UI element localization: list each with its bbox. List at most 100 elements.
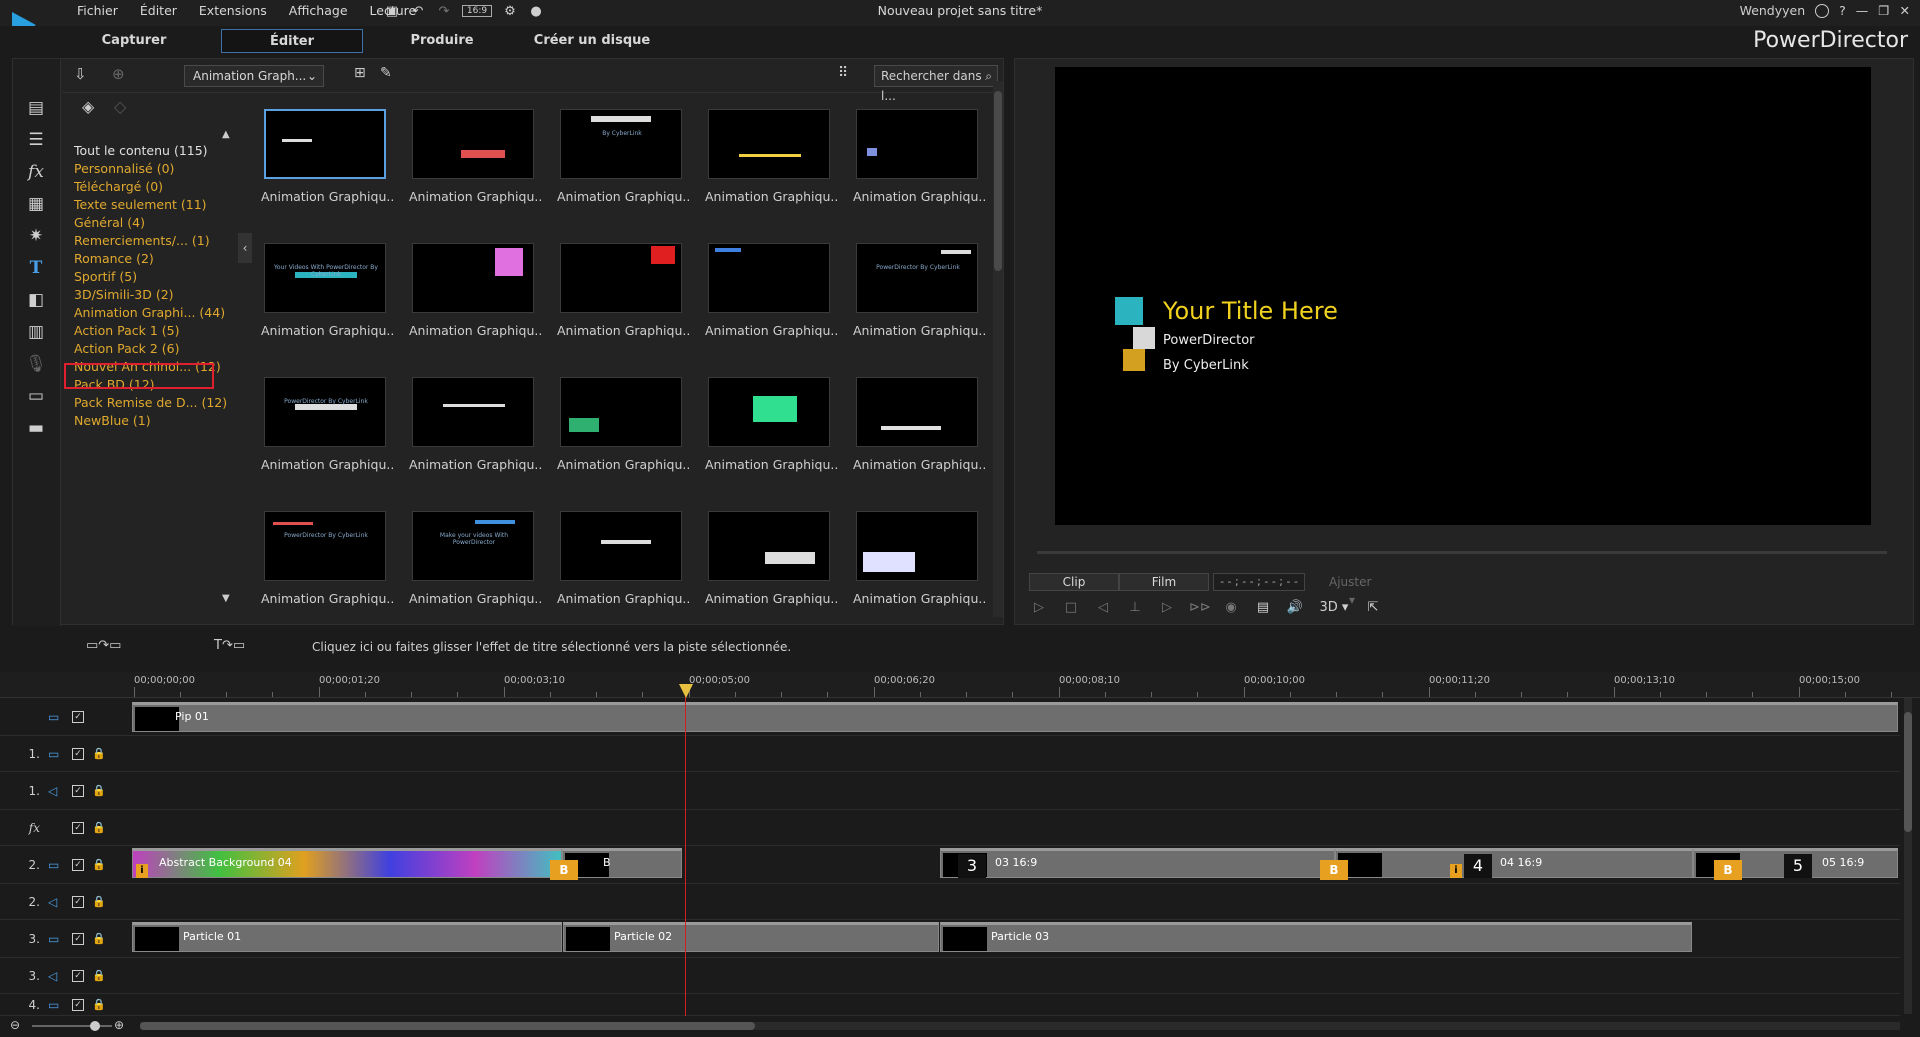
undo-icon[interactable]: ↶ bbox=[410, 3, 426, 19]
template-room-icon[interactable]: ☰ bbox=[23, 129, 49, 151]
pip-clip[interactable]: Pip 01 bbox=[132, 702, 1898, 732]
track-lock-icon[interactable]: 🔒 bbox=[92, 747, 106, 760]
fast-forward-icon[interactable]: ⊳⊳ bbox=[1189, 599, 1211, 617]
track-enable-checkbox[interactable]: ✓ bbox=[72, 932, 84, 945]
info-icon[interactable]: i bbox=[1450, 864, 1462, 878]
aspect-ratio-select[interactable]: 16:9 bbox=[462, 5, 492, 17]
timeline-vscroll-thumb[interactable] bbox=[1904, 712, 1912, 832]
category-item[interactable]: Sportif (5) bbox=[74, 269, 137, 284]
subtitle-toggle-icon[interactable]: ▤ bbox=[1253, 599, 1273, 617]
fit-dropdown[interactable]: Ajuster ▾ bbox=[1319, 573, 1399, 607]
category-item[interactable]: Remerciements/... (1) bbox=[74, 233, 210, 248]
category-item[interactable]: Action Pack 1 (5) bbox=[74, 323, 179, 338]
zoom-handle[interactable] bbox=[90, 1021, 100, 1031]
template-thumbnail[interactable]: PowerDirector By CyberLink Animation Grap… bbox=[261, 377, 393, 472]
title-marker-b[interactable]: B bbox=[1320, 860, 1348, 880]
track-enable-checkbox[interactable]: ✓ bbox=[72, 784, 84, 797]
effect-room-icon[interactable]: fx bbox=[23, 161, 49, 183]
notification-icon[interactable]: ● bbox=[528, 3, 544, 19]
title-room-icon[interactable]: T bbox=[23, 257, 49, 279]
tab-creer-disque[interactable]: Créer un disque bbox=[520, 29, 664, 53]
undock-icon[interactable]: ⇱ bbox=[1363, 599, 1383, 617]
track-enable-checkbox[interactable]: ✓ bbox=[72, 747, 84, 760]
voice-over-icon[interactable]: 🎙 bbox=[23, 353, 49, 375]
template-thumbnail[interactable]: Animation Graphiqu... bbox=[261, 109, 393, 204]
category-item[interactable]: NewBlue (1) bbox=[74, 413, 151, 428]
template-thumbnail[interactable]: Animation Graphiqu... bbox=[853, 511, 985, 606]
template-thumbnail[interactable]: Animation Graphiqu... bbox=[409, 243, 541, 338]
track-lock-icon[interactable]: 🔒 bbox=[92, 998, 106, 1011]
settings-gear-icon[interactable]: ⚙ bbox=[502, 3, 518, 19]
playhead-line[interactable] bbox=[685, 686, 686, 1016]
timeline-track[interactable]: 2. ◁ ✓ 🔒 bbox=[0, 884, 1900, 920]
import-icon[interactable]: ⇩ bbox=[74, 65, 94, 85]
previous-frame-icon[interactable]: ◁ bbox=[1093, 599, 1113, 617]
close-icon[interactable]: ✕ bbox=[1900, 3, 1910, 18]
title-to-track-icon[interactable]: T↷▭ bbox=[214, 638, 245, 653]
tab-editer[interactable]: Éditer bbox=[221, 29, 363, 53]
title-marker-b[interactable]: B bbox=[1714, 860, 1742, 880]
template-thumbnail[interactable]: By CyberLink Animation Graphiqu... bbox=[557, 109, 689, 204]
tab-capturer[interactable]: Capturer bbox=[60, 29, 208, 53]
template-thumbnail[interactable]: Animation Graphiqu... bbox=[557, 511, 689, 606]
user-avatar-icon[interactable] bbox=[1815, 3, 1830, 18]
track-lock-icon[interactable]: 🔒 bbox=[92, 932, 106, 945]
category-item[interactable]: Tout le contenu (115) bbox=[74, 143, 208, 158]
user-name[interactable]: Wendyyen bbox=[1740, 3, 1806, 18]
search-input[interactable]: Rechercher dans l... ⌕ bbox=[874, 65, 998, 103]
restore-icon[interactable]: ❐ bbox=[1878, 3, 1889, 18]
add-template-icon[interactable]: ⊞ bbox=[354, 65, 374, 85]
grid-scrollbar[interactable] bbox=[993, 81, 1003, 617]
track-enable-checkbox[interactable]: ✓ bbox=[72, 998, 84, 1011]
particle-clip-3[interactable]: Particle 03 bbox=[940, 922, 1692, 952]
chapter-room-icon[interactable]: ▭ bbox=[23, 385, 49, 407]
scroll-down-icon[interactable]: ▼ bbox=[222, 593, 230, 604]
category-item[interactable]: Téléchargé (0) bbox=[74, 179, 163, 194]
category-item[interactable]: Animation Graphi... (44) bbox=[74, 305, 225, 320]
audio-mixing-room-icon[interactable]: ▥ bbox=[23, 321, 49, 343]
stop-icon[interactable]: □ bbox=[1061, 599, 1081, 617]
track-lock-icon[interactable]: 🔒 bbox=[92, 969, 106, 982]
timeline-vertical-scrollbar[interactable] bbox=[1904, 698, 1912, 1014]
snapshot-icon[interactable]: ◉ bbox=[1221, 599, 1241, 617]
abstract-background-clip[interactable]: Abstract Background 04 bbox=[132, 848, 562, 878]
subtitle-room-icon[interactable]: ▬ bbox=[23, 417, 49, 439]
menu-editer[interactable]: Éditer bbox=[129, 2, 188, 20]
template-thumbnail[interactable]: Animation Graphiqu... bbox=[409, 377, 541, 472]
template-thumbnail[interactable]: Animation Graphiqu... bbox=[705, 243, 837, 338]
track-enable-checkbox[interactable]: ✓ bbox=[72, 858, 84, 871]
info-icon[interactable]: i bbox=[136, 864, 148, 878]
tab-produire[interactable]: Produire bbox=[370, 29, 514, 53]
track-enable-checkbox[interactable]: ✓ bbox=[72, 710, 84, 723]
menu-affichage[interactable]: Affichage bbox=[278, 2, 359, 20]
template-thumbnail[interactable]: Animation Graphiqu... bbox=[705, 109, 837, 204]
title-clip-4[interactable]: 04 16:9 bbox=[1335, 848, 1693, 878]
timeline-ruler[interactable]: 00;00;00;00 00;00;01;20 00;00;03;10 00;00;0… bbox=[0, 672, 1920, 698]
template-thumbnail[interactable]: PowerDirector By CyberLink Animation Grap… bbox=[261, 511, 393, 606]
timeline-track[interactable]: 3. ◁ ✓ 🔒 bbox=[0, 958, 1900, 994]
transition-room-icon[interactable]: ◧ bbox=[23, 289, 49, 311]
template-thumbnail[interactable]: Animation Graphiqu... bbox=[557, 377, 689, 472]
volume-icon[interactable]: 🔊 bbox=[1285, 599, 1305, 617]
template-thumbnail[interactable]: Animation Graphiqu... bbox=[853, 377, 985, 472]
3d-mode-button[interactable]: 3D ▾ bbox=[1317, 599, 1351, 617]
collapse-panel-icon[interactable]: ‹ bbox=[238, 233, 252, 263]
template-thumbnail[interactable]: Animation Graphiqu... bbox=[557, 243, 689, 338]
download-icon[interactable]: ⊕ bbox=[112, 65, 132, 85]
particle-clip-2[interactable]: Particle 02 bbox=[563, 922, 939, 952]
category-item[interactable]: Général (4) bbox=[74, 215, 145, 230]
title-marker-b[interactable]: B bbox=[550, 860, 578, 880]
title-clip-3[interactable]: 03 16:9 bbox=[940, 848, 1335, 878]
save-icon[interactable]: ▣ bbox=[384, 3, 400, 19]
title-clip-2[interactable]: B bbox=[562, 848, 682, 878]
category-item[interactable]: Personnalisé (0) bbox=[74, 161, 174, 176]
split-icon[interactable]: ⊥ bbox=[1125, 599, 1145, 617]
track-lock-icon[interactable]: 🔒 bbox=[92, 895, 106, 908]
add-tag-icon[interactable]: ◈ bbox=[82, 97, 94, 116]
category-item[interactable]: 3D/Simili-3D (2) bbox=[74, 287, 174, 302]
next-frame-icon[interactable]: ▷ bbox=[1157, 599, 1177, 617]
template-thumbnail[interactable]: Make your videos With PowerDirector Anima… bbox=[409, 511, 541, 606]
timeline-track[interactable]: 1. ▭ ✓ 🔒 bbox=[0, 736, 1900, 772]
particle-room-icon[interactable]: ✷ bbox=[23, 225, 49, 247]
track-lock-icon[interactable]: 🔒 bbox=[92, 784, 106, 797]
